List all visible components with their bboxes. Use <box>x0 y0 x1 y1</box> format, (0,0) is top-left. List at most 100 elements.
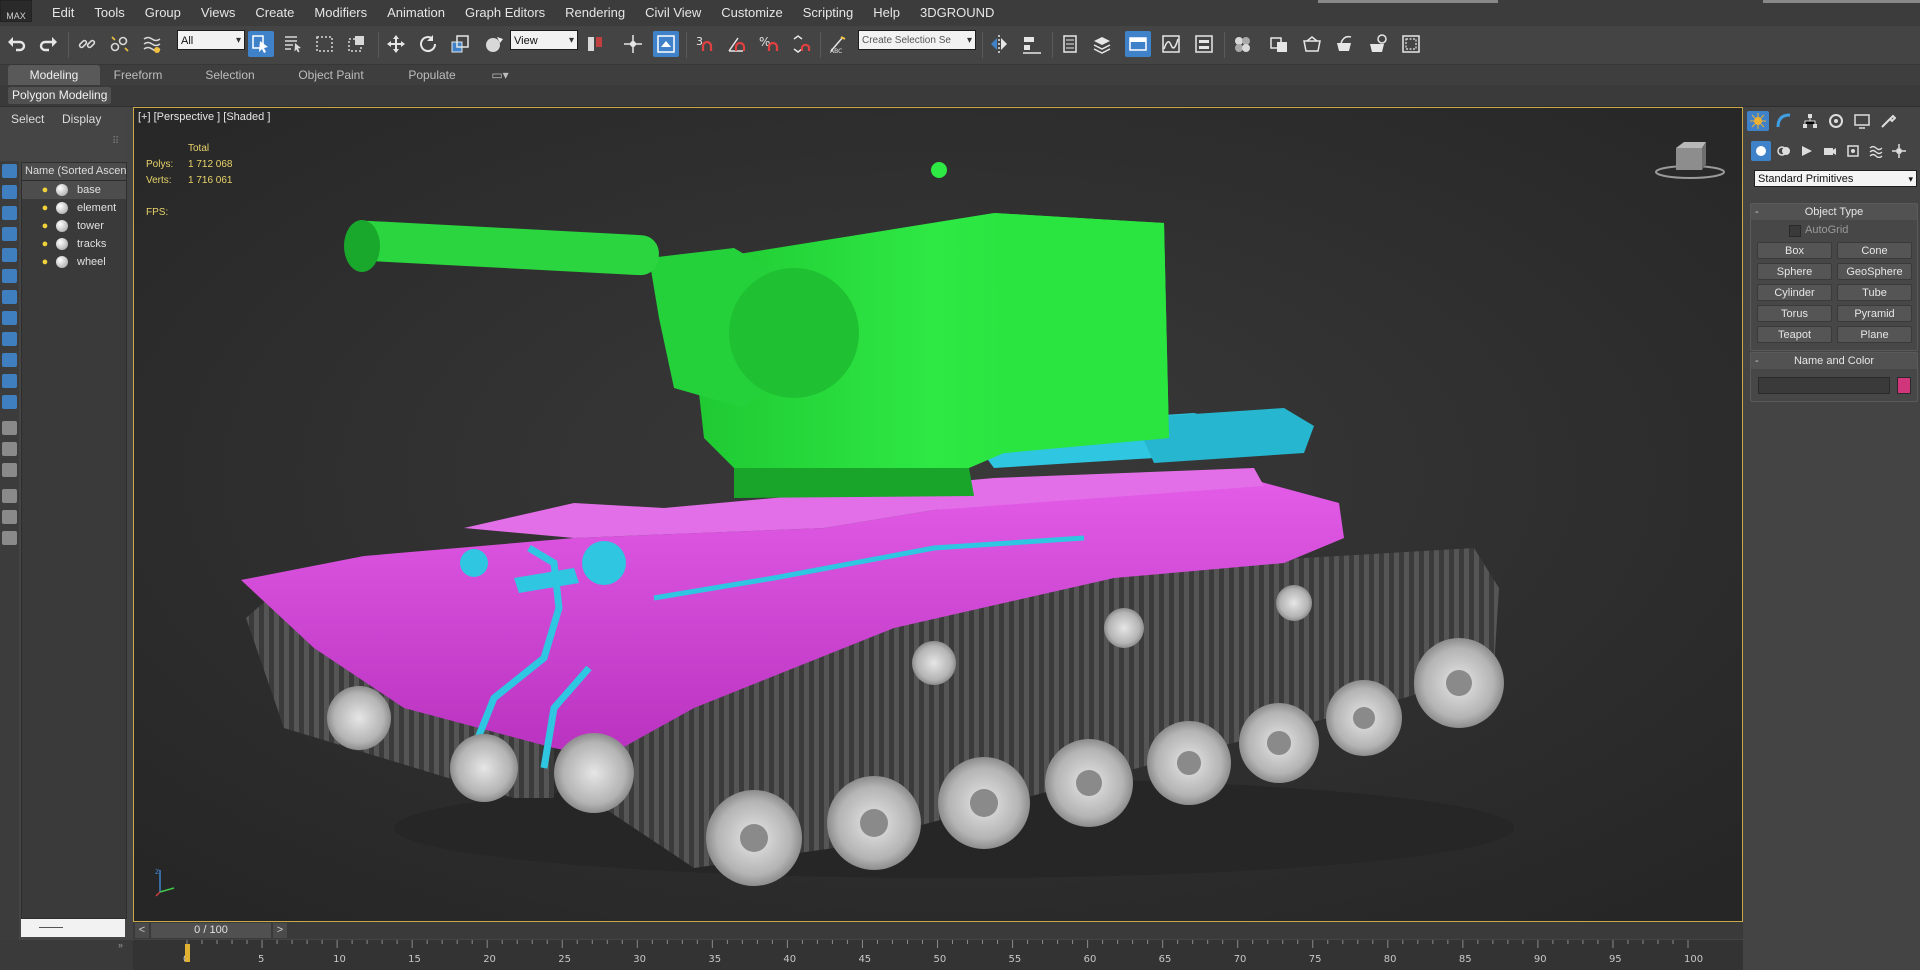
angle-snap-icon[interactable] <box>724 31 750 57</box>
display-geometry-icon[interactable] <box>2 227 17 241</box>
lights-icon[interactable] <box>1797 141 1817 161</box>
menu-civil-view[interactable]: Civil View <box>635 0 711 26</box>
display-invert-icon[interactable] <box>2 206 17 220</box>
scene-explorer-footer[interactable] <box>21 919 125 937</box>
pyramid-button[interactable]: Pyramid <box>1837 305 1912 322</box>
cylinder-button[interactable]: Cylinder <box>1757 284 1832 301</box>
hierarchy-tab-icon[interactable] <box>1799 111 1821 131</box>
keyboard-shortcut-override-icon[interactable] <box>653 31 679 57</box>
menu-graph-editors[interactable]: Graph Editors <box>455 0 555 26</box>
curve-editor-icon[interactable] <box>1158 31 1184 57</box>
select-and-move-icon[interactable] <box>383 31 409 57</box>
rendered-frame-window-icon[interactable] <box>1299 31 1325 57</box>
snaps-toggle-icon[interactable]: 3 <box>692 31 718 57</box>
menu-select[interactable]: Select <box>11 112 44 126</box>
tube-button[interactable]: Tube <box>1837 284 1912 301</box>
display-lights-icon[interactable] <box>2 269 17 283</box>
time-slider-next[interactable]: > <box>273 923 287 938</box>
reference-coordinate-dropdown[interactable]: View ▾ <box>510 30 578 50</box>
redo-icon[interactable] <box>35 31 61 57</box>
scene-item-wheel[interactable]: ● wheel <box>22 253 126 271</box>
time-slider-frame-display[interactable]: 0 / 100 <box>151 923 271 938</box>
schematic-view-icon[interactable] <box>1191 31 1217 57</box>
select-and-place-icon[interactable] <box>481 31 507 57</box>
named-selection-dropdown[interactable]: Create Selection Se ▾ <box>858 30 976 50</box>
display-xrefs-icon[interactable] <box>2 374 17 388</box>
pivot-center-icon[interactable] <box>582 31 608 57</box>
shapes-icon[interactable] <box>1774 141 1794 161</box>
hierarchy-icon[interactable] <box>2 510 17 524</box>
display-shapes-icon[interactable] <box>2 248 17 262</box>
display-helpers-icon[interactable] <box>2 311 17 325</box>
systems-icon[interactable] <box>1889 141 1909 161</box>
menu-tools[interactable]: Tools <box>84 0 134 26</box>
display-spacewarps-icon[interactable] <box>2 332 17 346</box>
display-tab-icon[interactable] <box>1851 111 1873 131</box>
time-slider-prev[interactable]: < <box>135 923 149 938</box>
viewcube-icon[interactable] <box>1654 136 1726 180</box>
motion-tab-icon[interactable] <box>1825 111 1847 131</box>
tab-selection[interactable]: Selection <box>190 65 270 85</box>
geosphere-button[interactable]: GeoSphere <box>1837 263 1912 280</box>
layers-icon[interactable] <box>2 531 17 545</box>
a360-gallery-icon[interactable] <box>1398 31 1424 57</box>
tab-modeling[interactable]: Modeling <box>8 65 100 85</box>
tank-model[interactable] <box>134 108 1742 921</box>
menu-create[interactable]: Create <box>245 0 304 26</box>
primitive-category-dropdown[interactable]: Standard Primitives ▾ <box>1754 170 1917 187</box>
select-and-rotate-icon[interactable] <box>415 31 441 57</box>
modify-tab-icon[interactable] <box>1773 111 1795 131</box>
polygon-modeling-panel[interactable]: Polygon Modeling <box>8 87 112 104</box>
menu-animation[interactable]: Animation <box>377 0 455 26</box>
select-and-scale-icon[interactable] <box>447 31 473 57</box>
display-hidden-icon[interactable] <box>2 442 17 456</box>
name-and-color-header[interactable]: - Name and Color <box>1751 353 1917 369</box>
render-setup-icon[interactable] <box>1266 31 1292 57</box>
menu-display[interactable]: Display <box>62 112 101 126</box>
display-none-icon[interactable] <box>2 164 17 178</box>
display-children-icon[interactable] <box>2 463 17 477</box>
undo-icon[interactable] <box>4 31 30 57</box>
mirror-icon[interactable] <box>986 31 1012 57</box>
ribbon-options-icon[interactable]: ▭▾ <box>485 65 515 85</box>
visibility-bulb-icon[interactable]: ● <box>40 220 50 232</box>
window-crossing-icon[interactable] <box>344 31 370 57</box>
edit-named-selection-icon[interactable]: ABC <box>825 31 851 57</box>
filter-icon[interactable] <box>2 489 17 503</box>
create-tab-icon[interactable] <box>1747 111 1769 131</box>
link-icon[interactable] <box>74 31 100 57</box>
menu-3dground[interactable]: 3DGROUND <box>910 0 1004 26</box>
selection-filter-dropdown[interactable]: All ▾ <box>177 30 245 50</box>
visibility-bulb-icon[interactable]: ● <box>40 202 50 214</box>
object-type-header[interactable]: - Object Type <box>1751 204 1917 220</box>
menu-views[interactable]: Views <box>191 0 245 26</box>
tab-populate[interactable]: Populate <box>395 65 469 85</box>
object-name-field[interactable] <box>1758 377 1890 394</box>
plane-button[interactable]: Plane <box>1837 326 1912 343</box>
menu-modifiers[interactable]: Modifiers <box>304 0 377 26</box>
menu-rendering[interactable]: Rendering <box>555 0 635 26</box>
tab-object-paint[interactable]: Object Paint <box>288 65 374 85</box>
render-in-cloud-icon[interactable] <box>1365 31 1391 57</box>
menu-scripting[interactable]: Scripting <box>793 0 864 26</box>
trackbar-corner-icon[interactable]: » <box>118 940 123 950</box>
teapot-button[interactable]: Teapot <box>1757 326 1832 343</box>
cone-button[interactable]: Cone <box>1837 242 1912 259</box>
utilities-tab-icon[interactable] <box>1877 111 1899 131</box>
align-icon[interactable] <box>1019 31 1045 57</box>
viewport-label[interactable]: [+] [Perspective ] [Shaded ] <box>138 111 270 123</box>
select-object-icon[interactable] <box>248 31 274 57</box>
space-warps-icon[interactable] <box>1866 141 1886 161</box>
autogrid-checkbox[interactable] <box>1789 225 1801 237</box>
rectangular-selection-icon[interactable] <box>312 31 338 57</box>
app-logo[interactable]: MAX <box>0 0 32 22</box>
tab-freeform[interactable]: Freeform <box>100 65 176 85</box>
sphere-button[interactable]: Sphere <box>1757 263 1832 280</box>
percent-snap-icon[interactable]: % <box>756 31 782 57</box>
torus-button[interactable]: Torus <box>1757 305 1832 322</box>
spinner-snap-icon[interactable] <box>788 31 814 57</box>
visibility-bulb-icon[interactable]: ● <box>40 184 50 196</box>
display-bones-icon[interactable] <box>2 395 17 409</box>
display-frozen-icon[interactable] <box>2 421 17 435</box>
render-production-icon[interactable] <box>1332 31 1358 57</box>
